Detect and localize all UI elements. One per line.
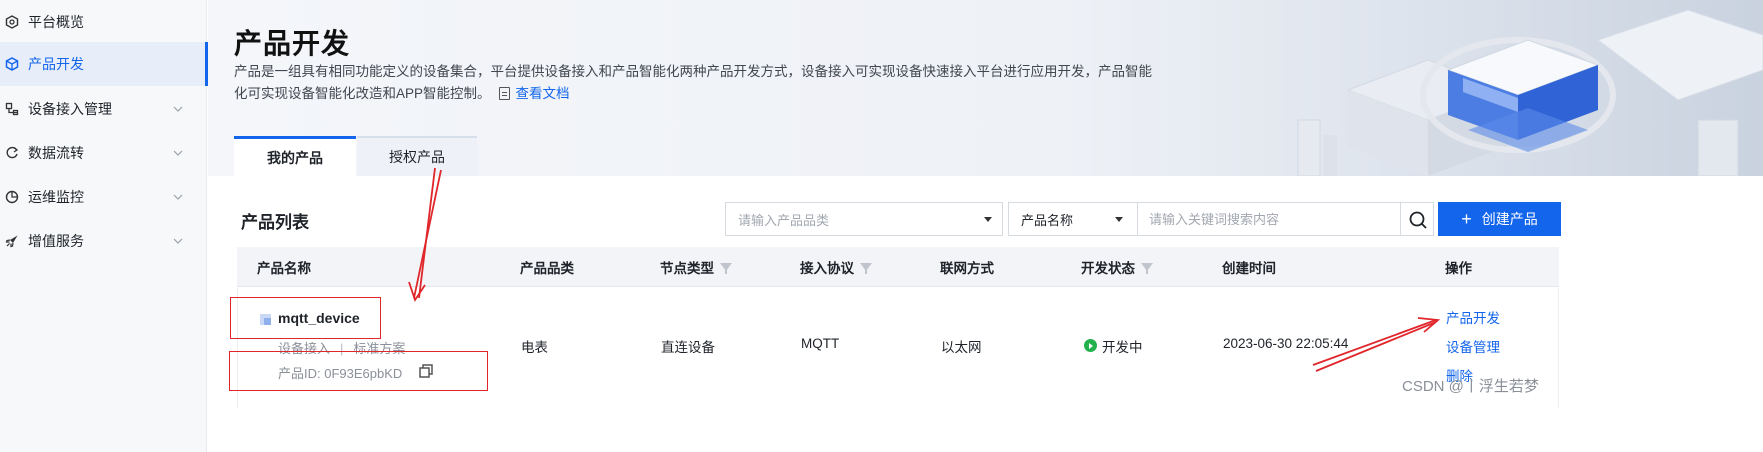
chevron-down-icon — [173, 150, 183, 156]
tab-authorized-products[interactable]: 授权产品 — [357, 136, 477, 176]
action-device-manage[interactable]: 设备管理 — [1446, 336, 1500, 356]
document-icon — [498, 87, 510, 100]
col-created-time: 创建时间 — [1222, 261, 1276, 276]
sidebar-item-device-access[interactable]: 设备接入管理 — [0, 87, 207, 131]
annotation-box-product-id — [229, 351, 488, 391]
sidebar-item-product-dev[interactable]: 产品开发 — [0, 42, 208, 86]
banner-illustration — [1297, 9, 1763, 176]
dev-status: 开发中 — [1102, 340, 1143, 355]
col-actions: 操作 — [1445, 261, 1472, 276]
create-product-button[interactable]: + 创建产品 — [1438, 202, 1561, 236]
sidebar-item-label: 数据流转 — [28, 145, 84, 161]
data-flow-icon — [4, 145, 20, 161]
chevron-down-icon — [173, 106, 183, 112]
overview-icon — [4, 14, 20, 30]
col-protocol[interactable]: 接入协议 — [800, 247, 872, 287]
description-line1: 产品是一组具有相同功能定义的设备集合，平台提供设备接入和产品智能化两种产品开发方… — [234, 64, 1152, 79]
search-field-value: 产品名称 — [1021, 212, 1074, 228]
col-node-type-label: 节点类型 — [660, 261, 714, 276]
sidebar-item-label: 增值服务 — [28, 233, 84, 249]
keyword-search-input[interactable] — [1137, 202, 1401, 236]
sidebar-item-label: 设备接入管理 — [28, 101, 112, 117]
description-line2: 化可实现设备智能化改造和APP智能控制。 — [234, 86, 491, 101]
filter-icon[interactable] — [720, 263, 732, 274]
caret-down-icon — [984, 217, 992, 222]
col-category: 产品品类 — [520, 261, 574, 276]
sidebar-item-data-flow[interactable]: 数据流转 — [0, 131, 207, 175]
search-field-select[interactable]: 产品名称 — [1008, 202, 1138, 236]
page-title: 产品开发 — [234, 28, 351, 59]
caret-down-icon — [1115, 217, 1123, 222]
filter-icon[interactable] — [860, 263, 872, 274]
table-header: 产品名称 产品品类 节点类型 接入协议 联网方式 开发状态 创建时间 操作 — [237, 247, 1559, 287]
rocket-icon — [4, 233, 20, 249]
sidebar-item-label: 平台概览 — [28, 14, 84, 30]
chevron-down-icon — [173, 238, 183, 244]
col-dev-status[interactable]: 开发状态 — [1081, 247, 1153, 287]
sidebar-item-value-added[interactable]: 增值服务 — [0, 219, 207, 263]
col-dev-status-label: 开发状态 — [1081, 261, 1135, 276]
sidebar-item-label: 运维监控 — [28, 189, 84, 205]
csdn-watermark: CSDN @丨浮生若梦 — [1402, 378, 1539, 395]
category-select-placeholder: 请输入产品品类 — [738, 212, 830, 228]
action-product-dev[interactable]: 产品开发 — [1446, 307, 1500, 327]
col-protocol-label: 接入协议 — [800, 261, 854, 276]
sidebar-item-label: 产品开发 — [28, 56, 84, 72]
filter-icon[interactable] — [1141, 263, 1153, 274]
create-product-label: 创建产品 — [1481, 211, 1538, 227]
created-time: 2023-06-30 22:05:44 — [1223, 336, 1349, 351]
search-icon — [1409, 211, 1427, 229]
node-type: 直连设备 — [661, 340, 715, 355]
sidebar: 平台概览 产品开发 设备接入管理 数据流转 运维监控 增值服务 — [0, 0, 208, 452]
col-product-name: 产品名称 — [257, 261, 311, 276]
annotation-box-product-name — [230, 297, 381, 339]
cube-icon — [4, 56, 20, 72]
protocol: MQTT — [801, 336, 840, 351]
col-network: 联网方式 — [940, 261, 994, 276]
monitor-icon — [4, 189, 20, 205]
plus-icon: + — [1461, 209, 1472, 229]
status-dev-icon — [1084, 339, 1097, 352]
col-node-type[interactable]: 节点类型 — [660, 247, 732, 287]
view-docs-link[interactable]: 查看文档 — [516, 86, 570, 101]
page-description: 产品是一组具有相同功能定义的设备集合，平台提供设备接入和产品智能化两种产品开发方… — [234, 61, 1154, 105]
sidebar-item-overview[interactable]: 平台概览 — [0, 0, 207, 44]
product-list-title: 产品列表 — [241, 213, 309, 232]
network-type: 以太网 — [941, 340, 982, 355]
chevron-down-icon — [173, 194, 183, 200]
tab-my-products[interactable]: 我的产品 — [234, 136, 356, 176]
device-access-icon — [4, 101, 20, 117]
category-select[interactable]: 请输入产品品类 — [725, 202, 1003, 236]
search-button[interactable] — [1400, 202, 1434, 236]
sidebar-item-ops-monitor[interactable]: 运维监控 — [0, 175, 207, 219]
product-category: 电表 — [521, 340, 548, 355]
